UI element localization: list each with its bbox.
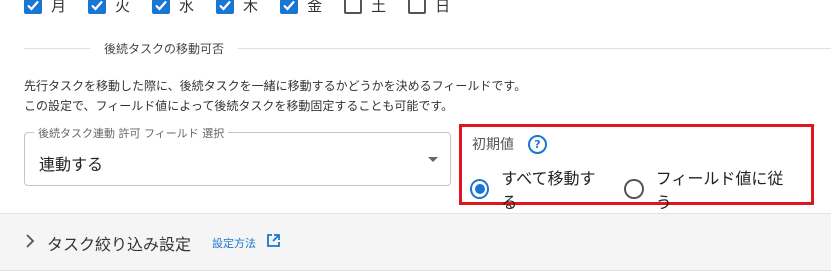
default-value-highlight-box: 初期値 ? すべて移動する フィールド値に従う: [459, 124, 814, 212]
weekday-wed[interactable]: 水: [152, 0, 194, 16]
weekday-checkbox-group: 月 火 水 木 金 土 日: [24, 0, 472, 17]
default-value-header: 初期値 ?: [472, 134, 547, 154]
weekday-label: 金: [307, 0, 323, 15]
checkbox-checked-icon[interactable]: [216, 0, 235, 14]
weekday-label: 火: [115, 0, 131, 15]
radio-option-follow-field[interactable]: フィールド値に従う: [624, 165, 793, 213]
task-filter-accordion[interactable]: タスク絞り込み設定 設定方法: [0, 214, 831, 270]
default-value-radio-group: すべて移動する フィールド値に従う: [470, 165, 811, 213]
checkbox-checked-icon[interactable]: [24, 0, 42, 14]
checkbox-checked-icon[interactable]: [280, 0, 299, 14]
default-value-label: 初期値: [472, 137, 514, 153]
weekday-label: 水: [179, 0, 195, 15]
setup-method-link[interactable]: 設定方法: [212, 235, 256, 251]
weekday-fri[interactable]: 金: [280, 0, 322, 16]
weekday-tue[interactable]: 火: [88, 0, 130, 16]
section-divider: 後続タスクの移動可否: [24, 40, 831, 57]
external-link-icon[interactable]: [266, 233, 281, 248]
divider-line: [0, 270, 831, 271]
weekday-sat[interactable]: 土: [344, 0, 386, 16]
checkbox-checked-icon[interactable]: [152, 0, 171, 14]
weekday-label: 土: [371, 0, 387, 15]
divider-line: [238, 48, 831, 49]
chevron-right-icon[interactable]: [25, 234, 35, 248]
weekday-label: 木: [243, 0, 259, 15]
radio-unselected-icon[interactable]: [624, 179, 644, 199]
divider-line: [24, 48, 90, 49]
help-circle-icon[interactable]: ?: [528, 134, 547, 154]
radio-selected-icon[interactable]: [470, 179, 490, 199]
section-description-line2: この設定で、フィールド値によって後続タスクを移動固定することも可能です。: [24, 99, 454, 113]
weekday-label: 月: [51, 0, 67, 15]
section-description-line1: 先行タスクを移動した際に、後続タスクを一緒に移動するかどうかを決めるフィールドで…: [24, 79, 527, 93]
radio-option-move-all[interactable]: すべて移動する: [470, 165, 606, 213]
checkbox-unchecked-icon[interactable]: [344, 0, 363, 14]
accordion-title[interactable]: タスク絞り込み設定: [47, 231, 191, 255]
weekday-mon[interactable]: 月: [24, 0, 66, 16]
select-value: 連動する: [39, 155, 104, 174]
weekday-label: 日: [435, 0, 451, 15]
section-title: 後続タスクの移動可否: [104, 42, 225, 56]
weekday-thu[interactable]: 木: [216, 0, 258, 16]
checkbox-checked-icon[interactable]: [88, 0, 107, 14]
select-label: 後続タスク連動 許可 フィールド 選択: [34, 125, 229, 141]
settings-panel: 月 火 水 木 金 土 日 後続タスクの移動可否 先行タスクを移動した際に、後続…: [0, 0, 831, 274]
successor-link-field-select[interactable]: 後続タスク連動 許可 フィールド 選択 連動する: [24, 125, 451, 186]
checkbox-unchecked-icon[interactable]: [408, 0, 427, 14]
dropdown-arrow-icon[interactable]: [428, 157, 438, 162]
radio-label: すべて移動する: [501, 169, 596, 212]
radio-label: フィールド値に従う: [655, 169, 784, 212]
weekday-sun[interactable]: 日: [408, 0, 450, 16]
